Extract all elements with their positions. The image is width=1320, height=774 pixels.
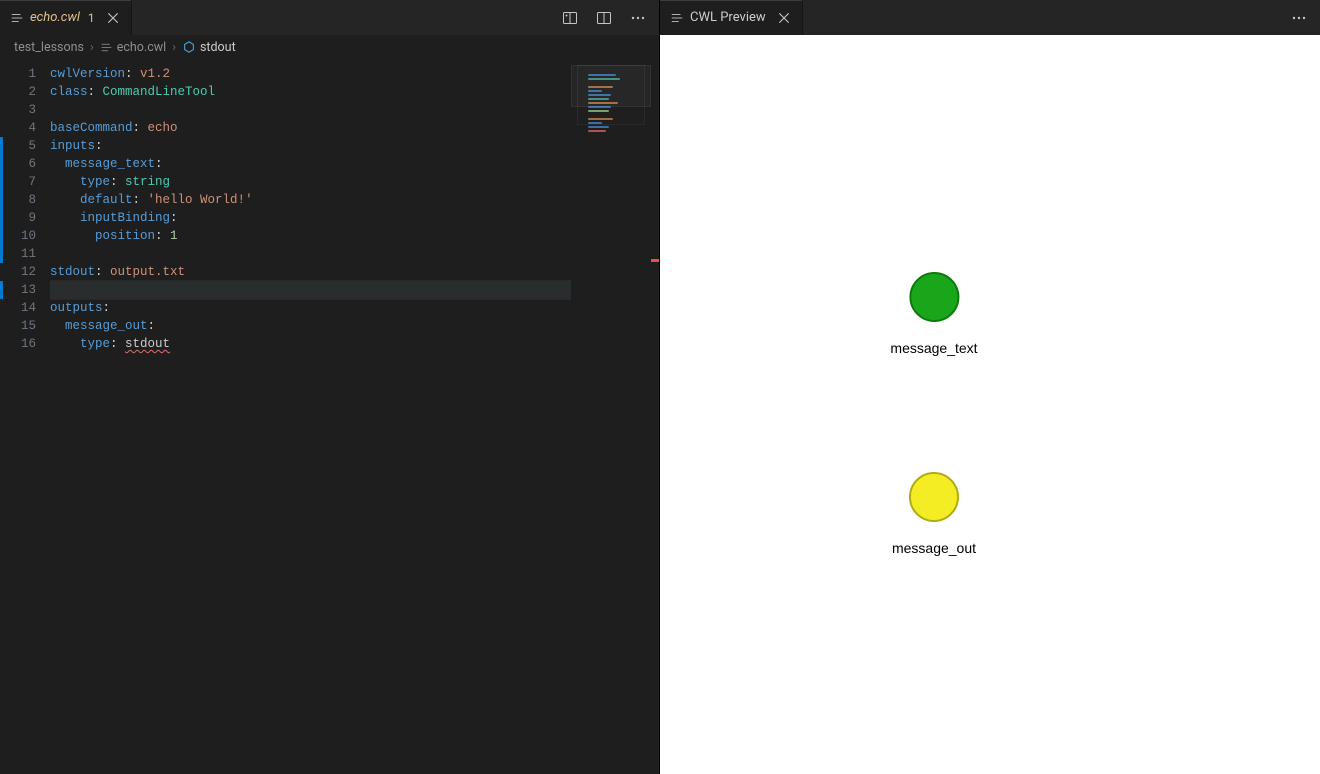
code-line[interactable]: class: CommandLineTool <box>50 83 571 101</box>
tab-actions-right <box>1278 0 1320 35</box>
preview-side-icon[interactable] <box>559 7 581 29</box>
line-number: 2 <box>4 83 36 101</box>
minimap[interactable] <box>571 59 651 774</box>
node-label: message_text <box>890 340 977 356</box>
line-number: 3 <box>4 101 36 119</box>
cwl-preview-canvas[interactable]: message_text message_out <box>660 35 1320 774</box>
line-number: 5 <box>4 137 36 155</box>
code-line[interactable]: inputBinding: <box>50 209 571 227</box>
breadcrumb-folder[interactable]: test_lessons <box>14 40 84 55</box>
tab-close-button[interactable] <box>776 10 792 26</box>
error-marker[interactable] <box>651 259 659 262</box>
preview-node-message_text[interactable]: message_text <box>890 272 977 356</box>
file-icon <box>10 11 24 25</box>
tab-bar-right: CWL Preview <box>660 0 1320 35</box>
code-line[interactable] <box>50 281 571 299</box>
editor-tab-echo-cwl[interactable]: echo.cwl 1 <box>0 0 132 35</box>
code-content[interactable]: cwlVersion: v1.2class: CommandLineTool ba… <box>50 59 571 774</box>
split-editor-icon[interactable] <box>593 7 615 29</box>
line-number: 4 <box>4 119 36 137</box>
code-line[interactable]: type: string <box>50 173 571 191</box>
gutter-decorations <box>0 59 4 774</box>
code-line[interactable]: cwlVersion: v1.2 <box>50 65 571 83</box>
overview-ruler[interactable] <box>651 59 659 774</box>
line-number: 1 <box>4 65 36 83</box>
node-circle <box>909 272 959 322</box>
code-line[interactable] <box>50 245 571 263</box>
code-line[interactable]: stdout: output.txt <box>50 263 571 281</box>
more-actions-icon[interactable] <box>1288 7 1310 29</box>
code-line[interactable]: outputs: <box>50 299 571 317</box>
code-line[interactable]: inputs: <box>50 137 571 155</box>
line-number: 13 <box>4 281 36 299</box>
code-line[interactable]: type: stdout <box>50 335 571 353</box>
editor-pane: echo.cwl 1 test_lessons <box>0 0 660 774</box>
chevron-right-icon: › <box>90 40 94 55</box>
line-number: 15 <box>4 317 36 335</box>
tab-close-button[interactable] <box>105 10 121 26</box>
tab-bar-left: echo.cwl 1 <box>0 0 659 35</box>
code-line[interactable]: message_text: <box>50 155 571 173</box>
preview-icon <box>670 11 684 25</box>
code-line[interactable]: message_out: <box>50 317 571 335</box>
tab-actions-left <box>549 0 659 35</box>
code-line[interactable]: position: 1 <box>50 227 571 245</box>
preview-node-message_out[interactable]: message_out <box>892 472 976 556</box>
preview-pane: CWL Preview message_text message_out <box>660 0 1320 774</box>
line-number: 8 <box>4 191 36 209</box>
breadcrumb-symbol[interactable]: stdout <box>182 40 236 55</box>
breadcrumb-file[interactable]: echo.cwl <box>100 40 166 55</box>
line-number-gutter: 12345678910111213141516 <box>4 59 50 774</box>
code-line[interactable] <box>50 101 571 119</box>
line-number: 11 <box>4 245 36 263</box>
line-number: 7 <box>4 173 36 191</box>
chevron-right-icon: › <box>172 40 176 55</box>
tab-modified-count: 1 <box>88 11 95 25</box>
line-number: 12 <box>4 263 36 281</box>
line-number: 6 <box>4 155 36 173</box>
code-line[interactable]: baseCommand: echo <box>50 119 571 137</box>
node-circle <box>909 472 959 522</box>
line-number: 10 <box>4 227 36 245</box>
tab-filename: echo.cwl <box>30 10 80 25</box>
more-actions-icon[interactable] <box>627 7 649 29</box>
line-number: 16 <box>4 335 36 353</box>
tab-cwl-preview[interactable]: CWL Preview <box>660 0 803 35</box>
code-line[interactable]: default: 'hello World!' <box>50 191 571 209</box>
line-number: 14 <box>4 299 36 317</box>
code-editor[interactable]: 12345678910111213141516 cwlVersion: v1.2… <box>0 59 659 774</box>
line-number: 9 <box>4 209 36 227</box>
node-label: message_out <box>892 540 976 556</box>
breadcrumbs[interactable]: test_lessons › echo.cwl › stdout <box>0 35 659 59</box>
preview-tab-title: CWL Preview <box>690 10 766 25</box>
